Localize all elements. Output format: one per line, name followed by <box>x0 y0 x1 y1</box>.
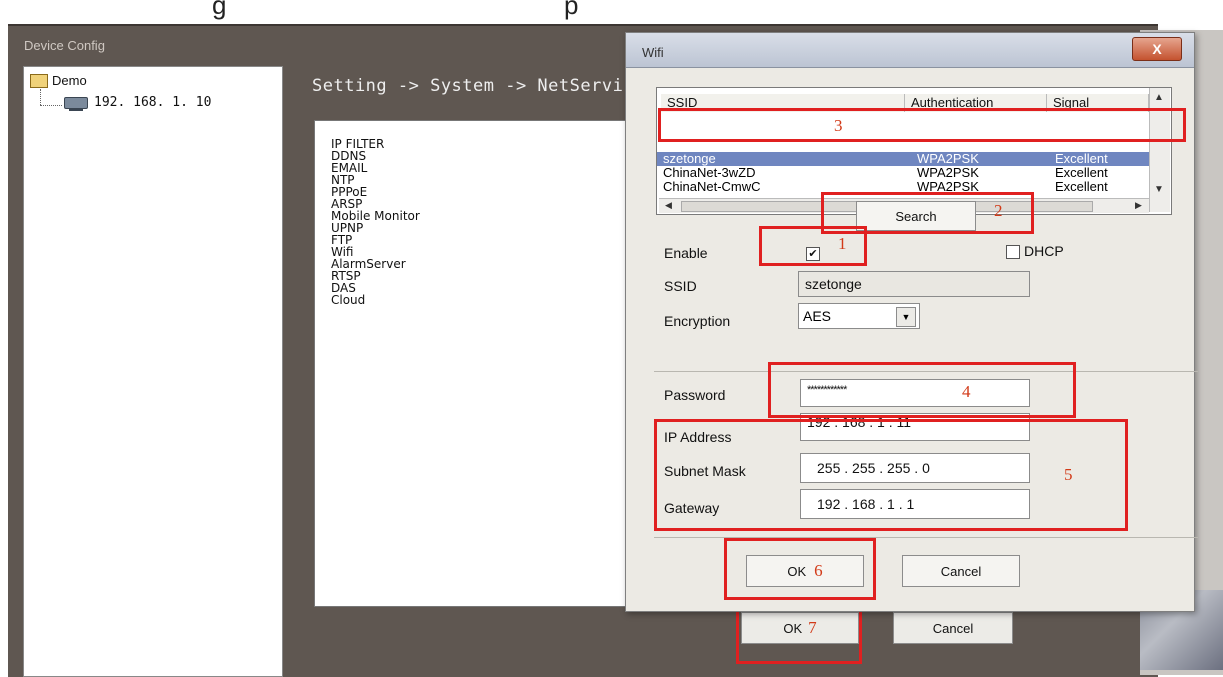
highlight-box <box>658 108 1186 142</box>
encryption-select[interactable]: AES ▼ <box>798 303 920 329</box>
scroll-up-icon[interactable]: ▲ <box>1154 92 1164 103</box>
encryption-value: AES <box>803 308 832 324</box>
scroll-left-icon[interactable]: ◀ <box>665 200 672 211</box>
highlight-box <box>736 604 862 664</box>
folder-icon <box>30 73 48 88</box>
tree-connector <box>40 89 41 105</box>
cell-ssid: szetonge <box>663 151 716 166</box>
step-number: 4 <box>962 382 971 401</box>
vertical-scrollbar[interactable]: ▲ ▼ <box>1149 88 1170 212</box>
highlight-box <box>759 226 867 266</box>
device-tree[interactable]: Demo 192. 168. 1. 10 <box>23 66 283 677</box>
cell-auth: WPA2PSK <box>917 151 979 166</box>
tree-connector <box>40 105 62 106</box>
cancel-button[interactable]: Cancel <box>893 612 1013 644</box>
close-icon: X <box>1152 41 1162 57</box>
service-list[interactable]: IP FILTER DDNS EMAIL NTP PPPoE ARSP Mobi… <box>314 120 628 607</box>
tree-root[interactable]: Demo <box>30 73 87 88</box>
close-button[interactable]: X <box>1132 37 1182 61</box>
document-header-strip: g p <box>0 0 1223 24</box>
tree-device-item[interactable]: 192. 168. 1. 10 <box>64 95 212 111</box>
dialog-cancel-button[interactable]: Cancel <box>902 555 1020 587</box>
enable-label: Enable <box>664 245 708 261</box>
cell-signal: Excellent <box>1055 165 1108 180</box>
encryption-label: Encryption <box>664 313 731 329</box>
cell-auth: WPA2PSK <box>917 165 979 180</box>
dhcp-label: DHCP <box>1024 243 1064 259</box>
step-number: 5 <box>1064 465 1073 484</box>
tree-device-label: 192. 168. 1. 10 <box>94 95 212 110</box>
ssid-field[interactable]: szetonge <box>798 271 1030 297</box>
breadcrumb: Setting -> System -> NetServi <box>312 76 624 96</box>
list-item-cloud[interactable]: Cloud <box>331 294 365 306</box>
header-fragment: g <box>212 0 227 20</box>
step-number: 2 <box>994 201 1003 220</box>
highlight-box <box>654 419 1128 531</box>
highlight-box <box>768 362 1076 418</box>
scroll-right-icon[interactable]: ▶ <box>1135 200 1142 211</box>
ssid-label: SSID <box>664 278 697 294</box>
cell-ssid: ChinaNet-CmwC <box>663 179 761 194</box>
step-number: 3 <box>834 116 843 135</box>
scroll-down-icon[interactable]: ▼ <box>1154 184 1164 195</box>
cell-ssid: ChinaNet-3wZD <box>663 165 756 180</box>
tree-root-label: Demo <box>52 73 87 88</box>
step-number: 1 <box>838 234 847 253</box>
cell-signal: Excellent <box>1055 151 1108 166</box>
camera-icon <box>64 96 88 111</box>
table-row[interactable]: ChinaNet-3wZD WPA2PSK Excellent <box>657 166 1149 180</box>
cell-signal: Excellent <box>1055 179 1108 194</box>
dialog-title: Wifi <box>642 45 664 60</box>
window-title: Device Config <box>24 38 105 53</box>
highlight-box <box>724 538 876 600</box>
header-fragment: p <box>564 0 579 20</box>
password-label: Password <box>664 387 726 403</box>
chevron-down-icon[interactable]: ▼ <box>896 307 916 327</box>
dhcp-checkbox[interactable] <box>1006 245 1020 259</box>
table-row[interactable]: szetonge WPA2PSK Excellent <box>657 152 1149 166</box>
dialog-titlebar: Wifi X <box>626 33 1194 68</box>
